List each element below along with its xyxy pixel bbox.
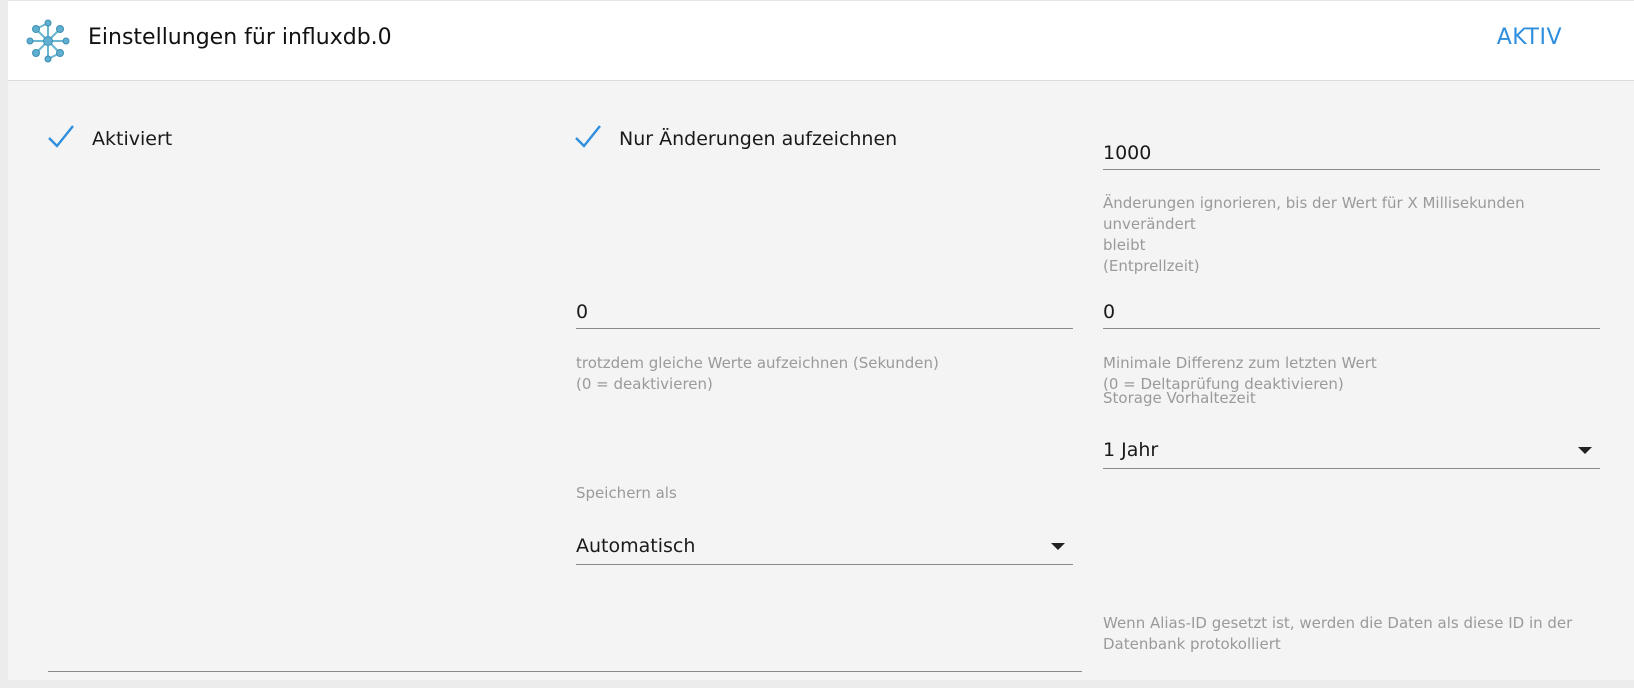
store-as-select[interactable]: Automatisch (576, 528, 1073, 565)
enabled-label: Aktiviert (92, 128, 173, 150)
alias-input[interactable] (48, 671, 1082, 672)
debounce-input[interactable]: 1000 (1103, 137, 1600, 170)
checkmark-icon (573, 122, 603, 156)
store-as-label: Speichern als (576, 484, 677, 502)
same-values-value[interactable]: 0 (576, 296, 1073, 328)
debounce-helper-line: Änderungen ignorieren, bis der Wert für … (1103, 194, 1525, 233)
same-values-helper-line: (0 = deaktivieren) (576, 375, 713, 393)
dialog-title: Einstellungen für influxdb.0 (88, 25, 392, 50)
min-delta-helper-line: Minimale Differenz zum letzten Wert (1103, 354, 1377, 372)
retention-select[interactable]: 1 Jahr (1103, 432, 1600, 469)
influxdb-molecule-icon (26, 19, 70, 63)
min-delta-input[interactable]: 0 (1103, 296, 1600, 329)
changes-only-label: Nur Änderungen aufzeichnen (619, 128, 898, 150)
alias-helper-line: Wenn Alias-ID gesetzt ist, werden die Da… (1103, 614, 1573, 632)
dialog-header: Einstellungen für influxdb.0 AKTIV (8, 0, 1634, 81)
settings-panel: Einstellungen für influxdb.0 AKTIV Aktiv… (8, 0, 1634, 680)
dropdown-arrow-icon (1578, 447, 1592, 454)
dialog-frame: Einstellungen für influxdb.0 AKTIV Aktiv… (0, 0, 1634, 688)
min-delta-value[interactable]: 0 (1103, 296, 1600, 328)
debounce-helper: Änderungen ignorieren, bis der Wert für … (1103, 193, 1603, 277)
enabled-checkbox[interactable]: Aktiviert (46, 122, 172, 156)
alias-helper-line: Datenbank protokolliert (1103, 635, 1281, 653)
retention-underline (1103, 468, 1600, 469)
dropdown-arrow-icon (1051, 543, 1065, 550)
changes-only-checkbox[interactable]: Nur Änderungen aufzeichnen (573, 122, 897, 156)
debounce-helper-line: bleibt (1103, 236, 1146, 254)
same-values-helper: trotzdem gleiche Werte aufzeichnen (Seku… (576, 353, 1076, 395)
debounce-value[interactable]: 1000 (1103, 137, 1600, 169)
debounce-helper-line: (Entprellzeit) (1103, 257, 1200, 275)
same-values-underline (576, 328, 1073, 329)
store-as-value[interactable]: Automatisch (576, 528, 1073, 564)
same-values-input[interactable]: 0 (576, 296, 1073, 329)
min-delta-underline (1103, 328, 1600, 329)
alias-helper: Wenn Alias-ID gesetzt ist, werden die Da… (1103, 613, 1603, 655)
retention-value[interactable]: 1 Jahr (1103, 432, 1600, 468)
store-as-underline (576, 564, 1073, 565)
aktiv-button[interactable]: AKTIV (1497, 25, 1562, 50)
debounce-underline (1103, 169, 1600, 170)
same-values-helper-line: trotzdem gleiche Werte aufzeichnen (Seku… (576, 354, 939, 372)
checkmark-icon (46, 122, 76, 156)
retention-label: Storage Vorhaltezeit (1103, 389, 1256, 407)
